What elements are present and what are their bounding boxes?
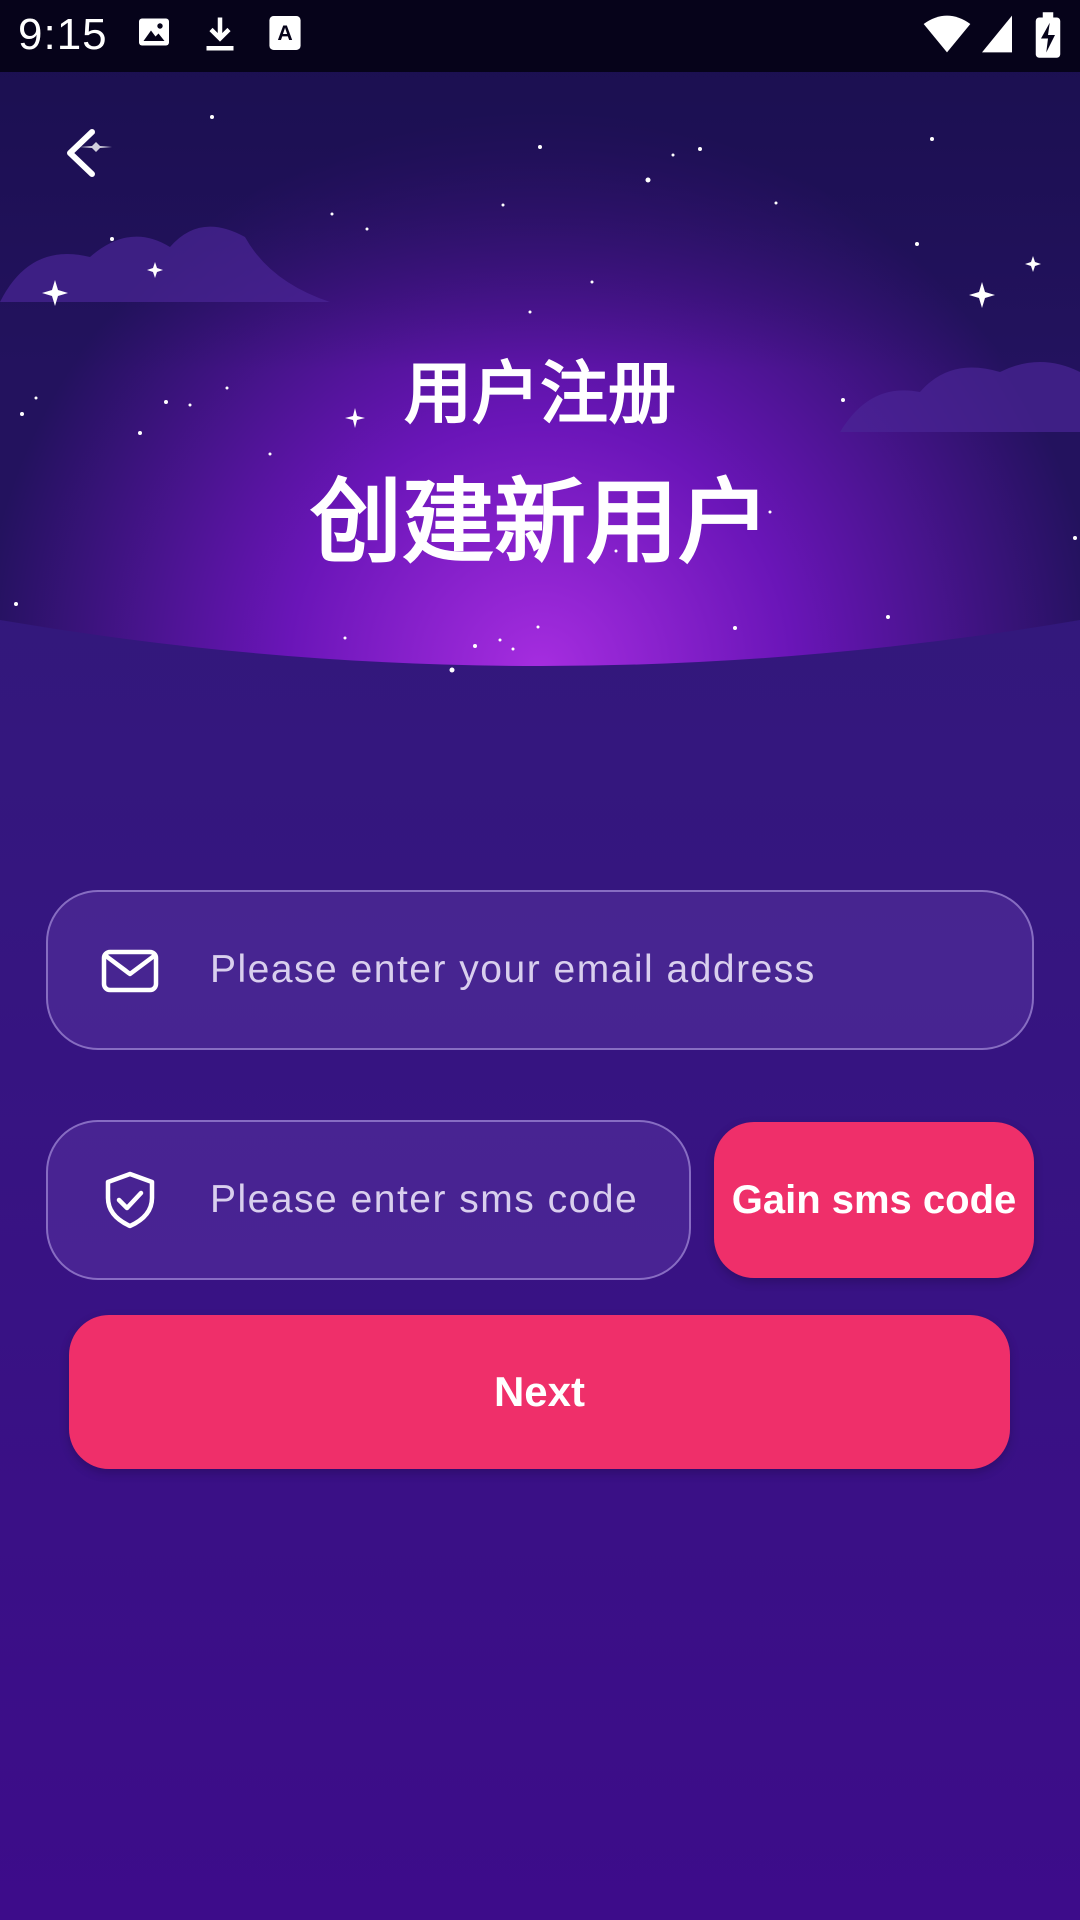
wifi-icon (923, 15, 971, 53)
sms-code-field[interactable] (46, 1120, 691, 1280)
status-time: 9:15 (18, 10, 108, 59)
next-button[interactable]: Next (69, 1315, 1010, 1469)
text-recognition-icon: A (269, 16, 301, 50)
sms-code-input[interactable] (210, 1122, 680, 1278)
signal-icon (982, 15, 1012, 53)
image-icon (139, 18, 169, 46)
shield-check-icon (105, 1171, 155, 1229)
page-title: 创建新用户 (309, 469, 770, 576)
mail-icon (101, 949, 159, 993)
gain-sms-code-button[interactable]: Gain sms code (714, 1122, 1034, 1278)
page-subtitle: 用户注册 (403, 355, 676, 434)
email-field[interactable] (46, 890, 1034, 1050)
svg-text:A: A (277, 21, 292, 45)
email-input[interactable] (210, 892, 1010, 1048)
register-screen: 9:15 A 用户注册 创建新用户 Please enter your emai… (0, 0, 1080, 1920)
back-chevron-icon[interactable] (50, 118, 120, 188)
status-bar: 9:15 A (0, 0, 1080, 72)
battery-charging-icon (1035, 12, 1061, 58)
download-icon (206, 17, 234, 51)
